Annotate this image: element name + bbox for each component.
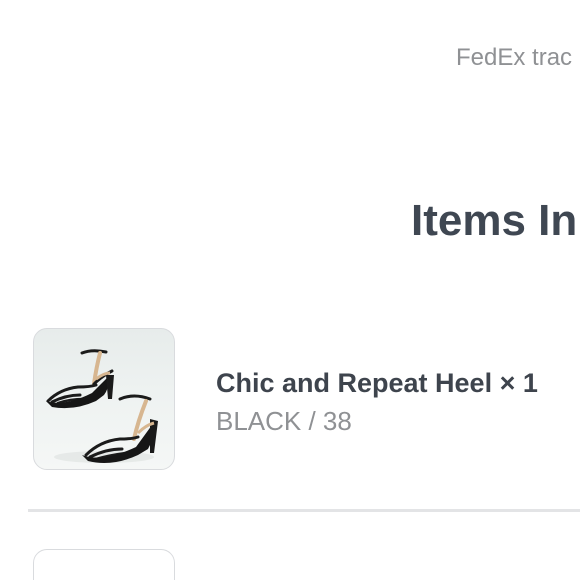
item-variant: BLACK / 38	[216, 406, 352, 436]
items-section-title: Items In	[411, 196, 578, 245]
order-status-page: FedEx trac Items In Chic and Repeat Heel…	[0, 0, 580, 580]
next-product-thumbnail[interactable]	[33, 549, 175, 580]
order-item-row: Chic and Repeat Heel × 1 BLACK / 38	[0, 328, 580, 474]
item-divider	[28, 509, 580, 512]
tracking-link[interactable]: FedEx trac	[456, 44, 572, 72]
product-thumbnail[interactable]	[33, 328, 175, 470]
item-name: Chic and Repeat Heel × 1	[216, 368, 538, 398]
heel-shoe-icon	[46, 349, 158, 463]
